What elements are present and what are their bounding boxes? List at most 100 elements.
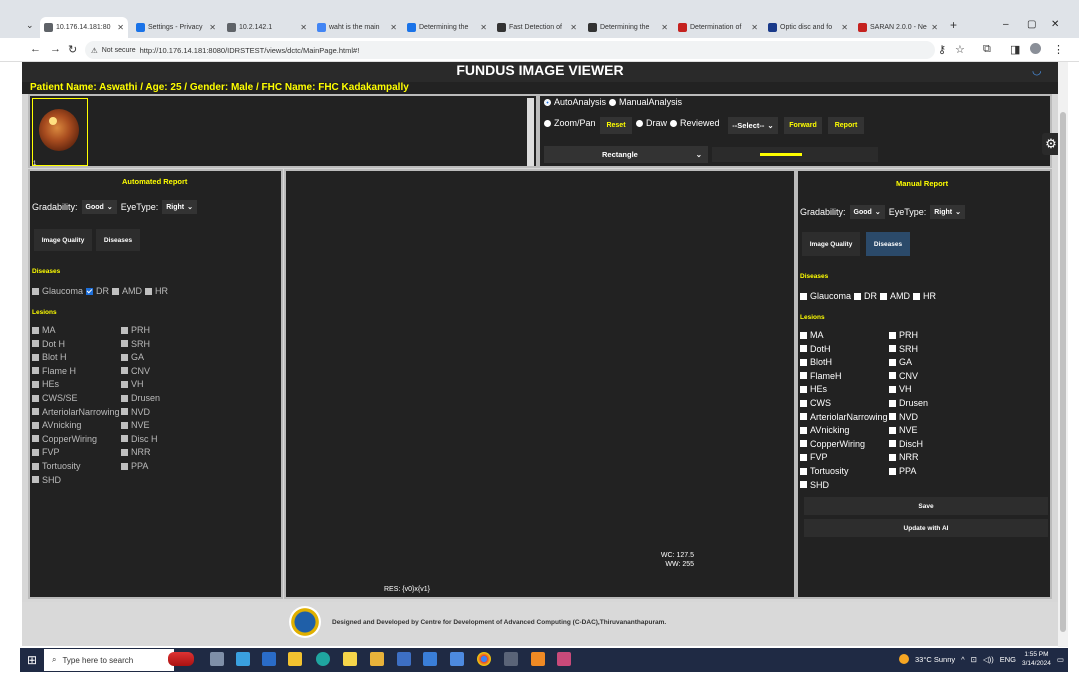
lesion-checkbox[interactable] [32, 326, 39, 334]
back-icon[interactable]: ← [30, 43, 41, 55]
lesion-checkbox[interactable] [32, 408, 39, 416]
lesion-item[interactable]: VH [889, 384, 912, 394]
zoom-pan-option[interactable]: Zoom/Pan [544, 118, 596, 128]
report-button[interactable]: Report [828, 117, 864, 134]
lesion-checkbox[interactable] [32, 380, 39, 388]
lesion-item[interactable]: SHD [800, 480, 829, 490]
notifications-icon[interactable]: ▭ [1057, 655, 1064, 664]
file-explorer-icon[interactable] [288, 652, 302, 666]
lesion-item[interactable]: PPA [121, 461, 148, 471]
disease-checkbox[interactable] [112, 287, 120, 295]
lesion-item[interactable]: NVD [121, 407, 150, 417]
lesion-checkbox[interactable] [32, 462, 39, 470]
menu-icon[interactable]: ⋮ [1053, 43, 1064, 56]
sticky-notes-icon[interactable] [343, 652, 357, 666]
lesion-checkbox[interactable] [800, 372, 807, 380]
disease-checkbox[interactable] [854, 292, 862, 300]
tab-diseases[interactable]: Diseases [866, 232, 910, 256]
update-with-ai-button[interactable]: Update with AI [804, 519, 1048, 537]
close-tab-icon[interactable]: ✕ [390, 23, 397, 32]
status-select[interactable]: --Select-- ⌄ [728, 117, 778, 134]
image-viewer[interactable]: WC: 127.5 WW: 255 RES: {v0}x{v1} [284, 169, 796, 599]
disease-checkbox[interactable] [800, 292, 807, 300]
lesion-item[interactable]: HEs [800, 384, 827, 394]
close-tab-icon[interactable]: ✕ [661, 23, 668, 32]
store-icon[interactable] [236, 652, 250, 666]
explorer-folder-icon[interactable] [370, 652, 384, 666]
lesion-item[interactable]: CNV [121, 366, 150, 376]
draw-radio[interactable] [636, 119, 643, 127]
lesion-checkbox[interactable] [800, 331, 807, 339]
lesion-item[interactable]: Tortuosity [32, 461, 81, 471]
lesion-item[interactable]: SRH [889, 344, 918, 354]
fundus-thumbnail[interactable]: 1 [32, 98, 88, 167]
reset-button[interactable]: Reset [600, 117, 632, 134]
lesion-item[interactable]: NVE [121, 420, 150, 430]
network-icon[interactable]: ⊡ [971, 655, 977, 664]
url-field[interactable]: ⚠ Not secure http://10.176.14.181:8080/I… [85, 41, 935, 59]
lesion-checkbox[interactable] [32, 476, 39, 484]
lesion-checkbox[interactable] [889, 345, 896, 353]
lesion-item[interactable]: AVnicking [32, 420, 81, 430]
task-view-icon[interactable] [210, 652, 224, 666]
extensions-icon[interactable]: ⧉ [983, 43, 991, 56]
browser-tab[interactable]: waht is the main ✕ [313, 17, 401, 38]
lesion-item[interactable]: VH [121, 379, 144, 389]
eyetype-select[interactable]: Right ⌄ [930, 205, 965, 219]
lesion-item[interactable]: HEs [32, 379, 59, 389]
maximize-icon[interactable]: ▢ [1027, 19, 1036, 30]
scrollbar-thumb[interactable] [1060, 112, 1066, 632]
lesion-checkbox[interactable] [32, 435, 39, 443]
chrome-icon[interactable] [477, 652, 491, 666]
lesion-item[interactable]: Tortuosity [800, 466, 849, 476]
disease-checkbox[interactable] [145, 287, 153, 295]
lesion-checkbox[interactable] [121, 421, 128, 429]
clock[interactable]: 1:55 PM 3/14/2024 [1022, 650, 1051, 668]
lesion-item[interactable]: FlameH [800, 371, 842, 381]
lesion-checkbox[interactable] [121, 380, 128, 388]
tab-image-quality[interactable]: Image Quality [802, 232, 860, 256]
save-button[interactable]: Save [804, 497, 1048, 515]
lesion-checkbox[interactable] [889, 358, 896, 366]
lesion-checkbox[interactable] [889, 426, 896, 434]
photos-icon[interactable] [423, 652, 437, 666]
close-tab-icon[interactable]: ✕ [117, 23, 124, 32]
browser-tab[interactable]: 10.176.14.181:80 ✕ [40, 17, 128, 38]
lesion-item[interactable]: Drusen [121, 393, 160, 403]
forward-button[interactable]: Forward [784, 117, 822, 134]
lesion-item[interactable]: CWS/SE [32, 393, 78, 403]
lesion-item[interactable]: MA [32, 325, 56, 335]
snipping-icon[interactable] [557, 652, 571, 666]
auto-analysis-option[interactable]: AutoAnalysis ManualAnalysis [544, 97, 682, 107]
lesion-checkbox[interactable] [800, 481, 807, 489]
lesion-item[interactable]: PRH [121, 325, 150, 335]
new-tab-icon[interactable]: + [950, 18, 957, 32]
lesion-item[interactable]: DotH [800, 344, 831, 354]
browser-tab[interactable]: Optic disc and fo ✕ [764, 17, 852, 38]
lesion-item[interactable]: DiscH [889, 439, 923, 449]
key-icon[interactable]: ⚷ [938, 43, 946, 56]
lesion-checkbox[interactable] [800, 440, 807, 448]
reload-icon[interactable]: ↻ [68, 43, 77, 56]
lesion-checkbox[interactable] [121, 326, 128, 334]
disease-checkbox[interactable] [880, 292, 888, 300]
lesion-checkbox[interactable] [121, 408, 128, 416]
disease-checkbox[interactable] [86, 287, 94, 295]
lesion-checkbox[interactable] [889, 453, 896, 461]
lesion-item[interactable]: Disc H [121, 434, 158, 444]
close-tab-icon[interactable]: ✕ [300, 23, 307, 32]
tab-search-icon[interactable]: ⌄ [26, 20, 34, 31]
lesion-item[interactable]: Dot H [32, 339, 65, 349]
lesion-checkbox[interactable] [889, 372, 896, 380]
lesion-checkbox[interactable] [889, 467, 896, 475]
sidebar-icon[interactable]: ◨ [1010, 43, 1020, 56]
browser-tab[interactable]: Determining the ✕ [584, 17, 672, 38]
lesion-item[interactable]: NRR [889, 452, 919, 462]
tab-image-quality[interactable]: Image Quality [34, 229, 92, 251]
lesion-item[interactable]: MA [800, 330, 824, 340]
app-settings-icon[interactable] [450, 652, 464, 666]
draw-option[interactable]: Draw Reviewed [636, 118, 720, 128]
lesion-item[interactable]: PRH [889, 330, 918, 340]
lesion-item[interactable]: CopperWiring [800, 439, 865, 449]
language-indicator[interactable]: ENG [1000, 655, 1016, 664]
